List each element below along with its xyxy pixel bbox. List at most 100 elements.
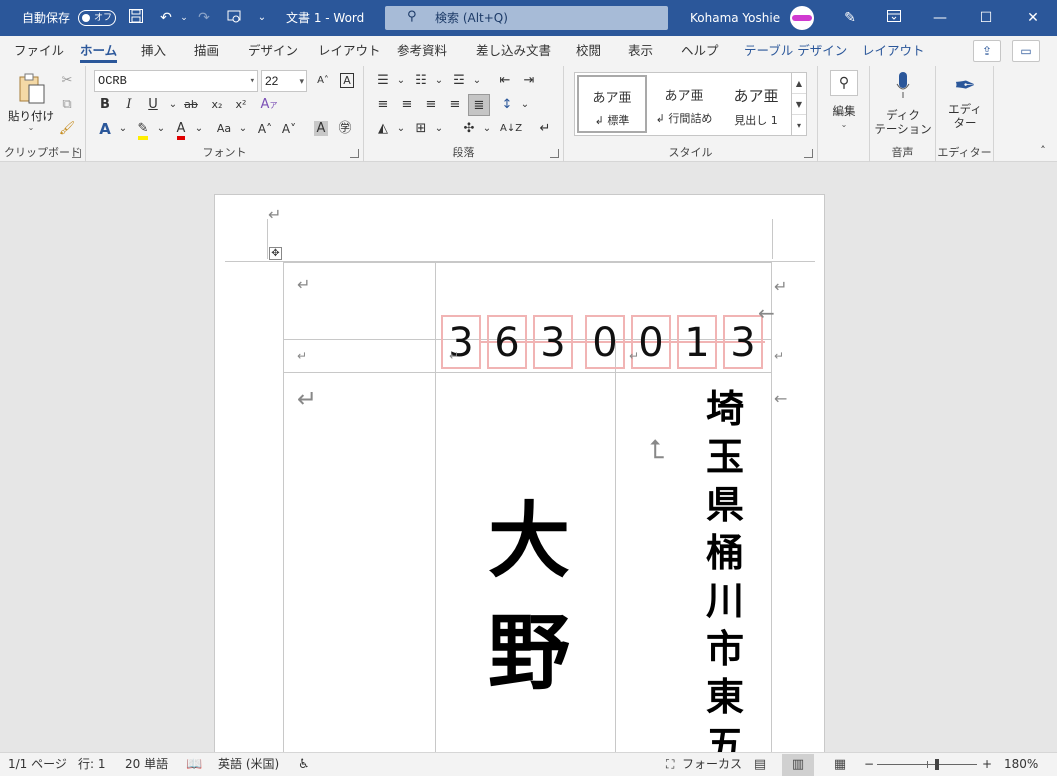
recipient-address[interactable]: 埼 玉 県 桶 川 市 東 五 [695, 385, 755, 752]
line-spacing-dropdown-icon[interactable]: ⌄ [514, 94, 536, 116]
recipient-name[interactable]: 大 野 [479, 485, 579, 709]
decrease-indent-icon[interactable]: ⇤ [494, 70, 516, 92]
editing-button[interactable]: ⚲ 編集 ⌄ [826, 70, 862, 132]
character-shading-icon[interactable]: A [310, 118, 332, 140]
postal-digit[interactable]: 0 [585, 315, 625, 369]
share-icon[interactable]: ⇪ [973, 40, 1001, 62]
font-launcher-icon[interactable] [350, 149, 359, 158]
accessibility-icon[interactable]: ♿ [298, 753, 310, 776]
postal-digit[interactable]: 1 [677, 315, 717, 369]
zoom-slider-thumb[interactable] [935, 759, 939, 770]
ribbon-display-icon[interactable] [884, 8, 904, 28]
styles-down-icon[interactable]: ▼ [792, 94, 806, 115]
asian-layout-dropdown-icon[interactable]: ⌄ [476, 118, 498, 140]
paragraph-launcher-icon[interactable] [550, 149, 559, 158]
tab-table-layout[interactable]: レイアウト [862, 36, 925, 66]
tab-design[interactable]: デザイン [248, 36, 298, 66]
underline-button[interactable]: U [142, 94, 164, 116]
zoom-out-button[interactable]: − [864, 753, 874, 776]
paste-button[interactable]: 貼り付け ⌄ [8, 72, 54, 132]
tab-mailings[interactable]: 差し込み文書 [476, 36, 551, 66]
subscript-button[interactable]: x₂ [206, 94, 228, 116]
zoom-in-button[interactable]: + [982, 753, 992, 776]
distributed-icon[interactable]: ≣ [468, 94, 490, 116]
increase-indent-icon[interactable]: ⇥ [518, 70, 540, 92]
font-size-combo[interactable]: 22 ▾ [261, 70, 307, 92]
postal-digit[interactable]: 3 [723, 315, 763, 369]
change-case-dropdown-icon[interactable]: ⌄ [232, 118, 254, 140]
tab-draw[interactable]: 描画 [194, 36, 219, 66]
tab-layout[interactable]: レイアウト [318, 36, 381, 66]
style-no-spacing[interactable]: あア亜 ↲ 行間詰め [649, 75, 719, 133]
tab-home[interactable]: ホーム [80, 36, 118, 66]
justify-icon[interactable]: ≡ [444, 94, 466, 116]
save-icon[interactable] [126, 8, 146, 28]
grow-font-icon[interactable]: A˄ [312, 70, 334, 92]
line-number[interactable]: 行: 1 [78, 753, 106, 776]
zoom-level[interactable]: 180% [1004, 753, 1038, 776]
font-name-combo[interactable]: OCRB ▾ [94, 70, 258, 92]
web-layout-icon[interactable]: ▦ [824, 754, 856, 776]
clipboard-launcher-icon[interactable] [72, 149, 81, 158]
align-right-icon[interactable]: ≡ [420, 94, 442, 116]
print-layout-icon[interactable]: ▥ [782, 754, 814, 776]
tab-file[interactable]: ファイル [14, 36, 64, 66]
highlight-dropdown-icon[interactable]: ⌄ [150, 118, 172, 140]
style-normal[interactable]: あア亜 ↲ 標準 [577, 75, 647, 133]
grow-font-button-icon[interactable]: A˄ [254, 118, 276, 140]
tab-references[interactable]: 参考資料 [397, 36, 447, 66]
show-marks-icon[interactable]: ↵ [534, 118, 556, 140]
text-effects-dropdown-icon[interactable]: ⌄ [112, 118, 134, 140]
restore-icon[interactable]: ☐ [963, 0, 1009, 36]
clear-formatting-icon[interactable]: A [336, 70, 358, 92]
undo-icon[interactable]: ↶ [156, 8, 176, 28]
postal-digit[interactable]: 6 [487, 315, 527, 369]
align-center-icon[interactable]: ≡ [396, 94, 418, 116]
tab-view[interactable]: 表示 [628, 36, 653, 66]
read-mode-icon[interactable]: ▤ [744, 754, 776, 776]
align-left-icon[interactable]: ≡ [372, 94, 394, 116]
comments-icon[interactable]: ▭ [1012, 40, 1040, 62]
table-move-handle-icon[interactable]: ✥ [269, 247, 282, 260]
document-page[interactable]: ↵ ✥ ↵ 3 6 3 0 0 1 3 ↵ ← ↵ ↵ ↵ ↵ ↵ 大 野 ⮤ … [214, 194, 825, 752]
focus-icon[interactable]: ⛶ [666, 753, 674, 776]
bullets-dropdown-icon[interactable]: ⌄ [390, 70, 412, 92]
touch-mode-icon[interactable] [224, 8, 244, 28]
autosave-toggle[interactable]: オフ [78, 10, 116, 26]
undo-dropdown-icon[interactable]: ⌄ [174, 8, 194, 28]
superscript-button[interactable]: x² [230, 94, 252, 116]
multilevel-dropdown-icon[interactable]: ⌄ [466, 70, 488, 92]
styles-up-icon[interactable]: ▲ [792, 73, 806, 94]
styles-more-icon[interactable]: ▾ [792, 115, 806, 136]
collapse-ribbon-icon[interactable]: ˄ [1032, 140, 1054, 162]
postal-digit[interactable]: 3 [441, 315, 481, 369]
bold-button[interactable]: B [94, 94, 116, 116]
sort-icon[interactable]: A↓Z [500, 118, 522, 140]
search-box[interactable]: ⚲ 検索 (Alt+Q) [385, 6, 668, 30]
shrink-font-icon[interactable]: A˅ [278, 118, 300, 140]
format-painter-icon[interactable]: 🖌 [56, 118, 78, 140]
focus-label[interactable]: フォーカス [682, 753, 742, 776]
paste-dropdown-icon[interactable]: ⌄ [8, 123, 54, 132]
minimize-icon[interactable]: — [917, 0, 963, 36]
italic-button[interactable]: I [118, 94, 140, 116]
enclose-characters-icon[interactable]: ㊫ [334, 118, 356, 140]
tab-review[interactable]: 校閲 [576, 36, 601, 66]
postal-digit[interactable]: 3 [533, 315, 573, 369]
user-name[interactable]: Kohama Yoshie [690, 0, 780, 36]
borders-dropdown-icon[interactable]: ⌄ [428, 118, 450, 140]
style-heading-1[interactable]: あア亜 見出し 1 [721, 75, 791, 133]
dictate-button[interactable]: ディク テーション [874, 70, 932, 136]
word-count[interactable]: 20 単語 [125, 753, 168, 776]
styles-launcher-icon[interactable] [804, 149, 813, 158]
page-count[interactable]: 1/1 ページ [8, 753, 67, 776]
editor-button[interactable]: ✒ エディ ター [942, 70, 988, 130]
phonetic-guide-icon[interactable]: Aア [258, 94, 280, 116]
avatar[interactable] [790, 6, 814, 30]
tab-help[interactable]: ヘルプ [681, 36, 719, 66]
proofing-icon[interactable]: 📖 [186, 753, 202, 776]
pen-icon[interactable]: ✎ [840, 8, 860, 28]
numbering-dropdown-icon[interactable]: ⌄ [428, 70, 450, 92]
tab-table-design[interactable]: テーブル デザイン [744, 36, 847, 66]
language[interactable]: 英語 (米国) [218, 753, 279, 776]
